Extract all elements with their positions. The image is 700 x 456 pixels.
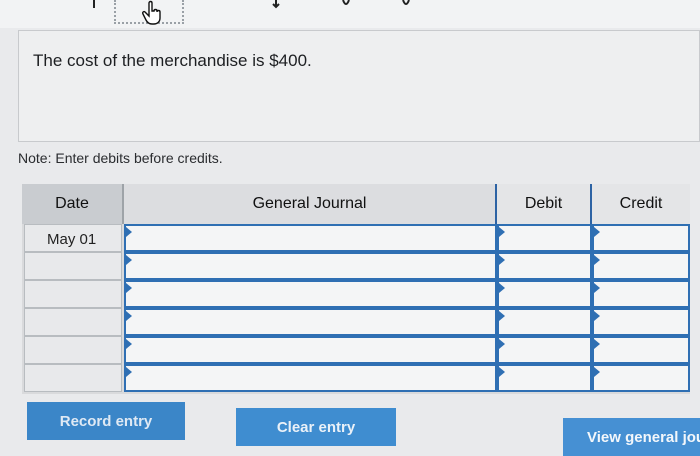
- toolbar-fragment-icon: [342, 0, 350, 5]
- account-input[interactable]: [124, 336, 497, 364]
- debit-input[interactable]: [497, 364, 592, 392]
- table-row: [22, 364, 690, 392]
- date-cell: [24, 364, 122, 392]
- hand-pointer-icon: [142, 0, 161, 25]
- account-input[interactable]: [124, 308, 497, 336]
- question-panel: The cost of the merchandise is $400.: [18, 30, 700, 142]
- instruction-note: Note: Enter debits before credits.: [18, 150, 223, 166]
- row-marker-icon: [594, 311, 600, 321]
- row-marker-icon: [594, 339, 600, 349]
- date-cell: May 01: [24, 224, 122, 252]
- toolbar-fragment-icon: [93, 0, 95, 8]
- date-cell: [24, 308, 122, 336]
- row-marker-icon: [126, 339, 132, 349]
- account-input[interactable]: [124, 280, 497, 308]
- row-marker-icon: [499, 283, 505, 293]
- date-cell: [24, 336, 122, 364]
- column-header-date: Date: [22, 184, 124, 224]
- table-row: [22, 308, 690, 336]
- credit-input[interactable]: [592, 280, 690, 308]
- account-input[interactable]: [124, 252, 497, 280]
- date-cell: [24, 252, 122, 280]
- general-journal-table: Date General Journal Debit Credit May 01: [22, 184, 690, 394]
- top-toolbar-strip: [0, 0, 700, 28]
- toolbar-fragment-icon: [402, 0, 410, 5]
- debit-input[interactable]: [497, 336, 592, 364]
- credit-input[interactable]: [592, 308, 690, 336]
- question-text: The cost of the merchandise is $400.: [33, 51, 312, 70]
- row-marker-icon: [499, 255, 505, 265]
- row-marker-icon: [126, 227, 132, 237]
- record-entry-button[interactable]: Record entry: [27, 402, 185, 440]
- row-marker-icon: [499, 227, 505, 237]
- column-header-general-journal: General Journal: [124, 184, 497, 224]
- credit-input[interactable]: [592, 336, 690, 364]
- row-marker-icon: [126, 311, 132, 321]
- debit-input[interactable]: [497, 224, 592, 252]
- table-row: [22, 336, 690, 364]
- row-marker-icon: [126, 255, 132, 265]
- credit-input[interactable]: [592, 364, 690, 392]
- row-marker-icon: [499, 311, 505, 321]
- toolbar-fragment-icon: [272, 0, 280, 9]
- column-header-debit: Debit: [497, 184, 592, 224]
- view-general-journal-button[interactable]: View general jou: [563, 418, 700, 456]
- row-marker-icon: [126, 283, 132, 293]
- column-header-credit: Credit: [592, 184, 690, 224]
- table-row: May 01: [22, 224, 690, 252]
- account-input[interactable]: [124, 364, 497, 392]
- row-marker-icon: [126, 367, 132, 377]
- row-marker-icon: [499, 367, 505, 377]
- debit-input[interactable]: [497, 308, 592, 336]
- row-marker-icon: [594, 227, 600, 237]
- credit-input[interactable]: [592, 224, 690, 252]
- table-row: [22, 252, 690, 280]
- date-cell: [24, 280, 122, 308]
- credit-input[interactable]: [592, 252, 690, 280]
- debit-input[interactable]: [497, 252, 592, 280]
- row-marker-icon: [594, 255, 600, 265]
- row-marker-icon: [594, 367, 600, 377]
- account-input[interactable]: [124, 224, 497, 252]
- row-marker-icon: [499, 339, 505, 349]
- clear-entry-button[interactable]: Clear entry: [236, 408, 396, 446]
- debit-input[interactable]: [497, 280, 592, 308]
- table-row: [22, 280, 690, 308]
- row-marker-icon: [594, 283, 600, 293]
